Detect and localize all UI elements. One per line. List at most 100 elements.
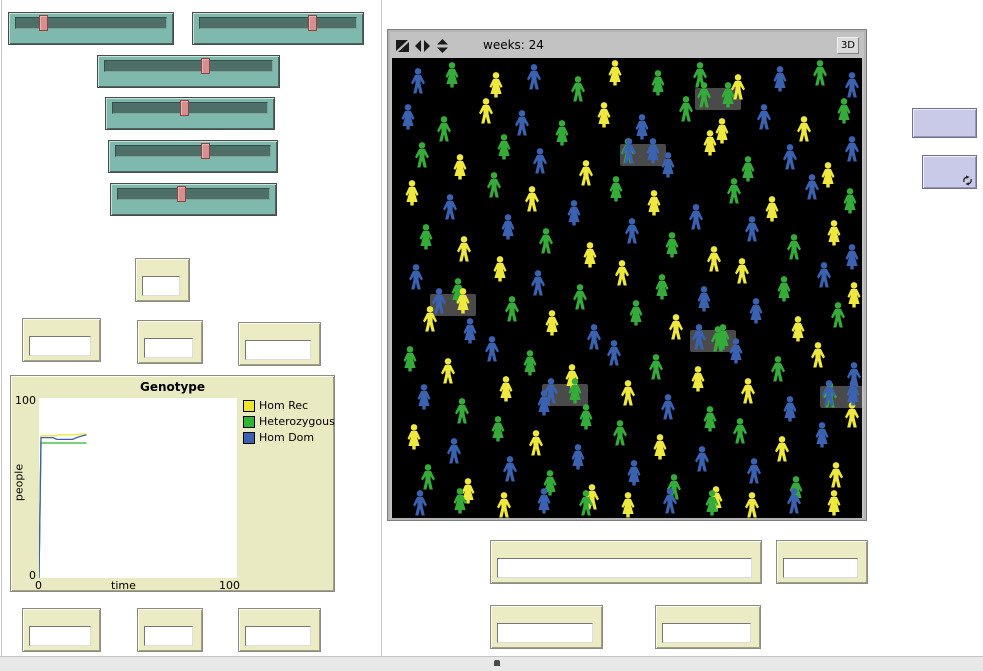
person-turtle	[505, 296, 519, 321]
person-turtle	[525, 186, 539, 211]
female-turtle	[556, 120, 569, 145]
legend-swatch	[243, 416, 255, 428]
person-turtle	[787, 234, 801, 259]
legend-item: Hom Dom	[243, 431, 335, 444]
female-turtle	[766, 196, 779, 221]
monitor-value	[144, 626, 193, 646]
slider-handle[interactable]	[180, 100, 189, 116]
female-turtle	[848, 282, 861, 307]
slider-avg-num-couples[interactable]	[108, 140, 278, 173]
person-turtle	[733, 418, 747, 443]
person-turtle	[615, 260, 629, 285]
female-turtle	[402, 104, 415, 129]
female-turtle	[742, 156, 755, 181]
legend-item: Hom Rec	[243, 399, 335, 412]
monitor-label	[491, 606, 602, 609]
slider-handle[interactable]	[201, 58, 210, 74]
go-button[interactable]	[922, 155, 977, 189]
female-turtle	[778, 276, 791, 301]
person-turtle	[661, 394, 675, 419]
female-turtle	[524, 350, 537, 375]
slider-track[interactable]	[15, 17, 167, 29]
person-turtle	[735, 258, 749, 283]
person-turtle	[443, 194, 457, 219]
person-turtle	[421, 464, 435, 489]
monitor-num-hom-dom	[238, 608, 321, 652]
female-turtle	[828, 490, 841, 515]
female-turtle	[822, 162, 835, 187]
person-turtle	[817, 262, 831, 287]
person-turtle	[455, 398, 469, 423]
female-turtle	[716, 118, 729, 143]
3d-button[interactable]: 3D	[837, 37, 859, 54]
forever-icon	[962, 175, 973, 186]
turtles-layer	[392, 58, 862, 518]
female-turtle	[406, 180, 419, 205]
vertical-stretch-icon[interactable]	[435, 38, 450, 52]
slider-mothers-age[interactable]	[110, 183, 277, 216]
horizontal-scrollbar[interactable]	[0, 656, 983, 671]
monitor-label	[136, 259, 189, 262]
female-turtle	[692, 366, 705, 391]
female-turtle	[838, 98, 851, 123]
person-turtle	[539, 228, 553, 253]
slider-avg-num-children[interactable]	[97, 55, 280, 88]
person-turtle	[745, 492, 759, 517]
monitor-count-turtles	[776, 540, 868, 584]
female-turtle	[490, 72, 503, 97]
scrollbar-mark	[494, 660, 500, 666]
person-turtle	[529, 430, 543, 455]
slider-track[interactable]	[117, 188, 270, 200]
slider-track[interactable]	[199, 17, 357, 29]
slider-handle[interactable]	[201, 143, 210, 159]
resize-icon[interactable]	[395, 38, 410, 52]
slider-numpeople[interactable]	[105, 97, 275, 130]
monitor-rec-allele-freq	[655, 605, 761, 649]
view-toolbar: weeks: 24 3D	[390, 32, 864, 58]
monitor-label	[239, 609, 320, 612]
person-turtle	[747, 458, 761, 483]
slider-track[interactable]	[104, 60, 273, 72]
female-turtle	[648, 190, 661, 215]
slider-mutation-rate[interactable]	[8, 12, 174, 45]
female-turtle	[494, 256, 507, 281]
female-turtle	[454, 154, 467, 179]
monitor-ticks	[135, 258, 190, 302]
female-turtle	[420, 224, 433, 249]
female-turtle	[654, 434, 667, 459]
slider-track[interactable]	[112, 102, 268, 114]
monitor-value	[783, 558, 858, 578]
person-turtle	[487, 172, 501, 197]
female-turtle	[784, 396, 797, 421]
female-turtle	[454, 488, 467, 513]
person-turtle	[845, 72, 859, 97]
monitor-label	[23, 319, 100, 322]
person-turtle	[829, 462, 843, 487]
person-turtle	[845, 136, 859, 161]
person-turtle	[409, 264, 423, 289]
female-turtle	[666, 232, 679, 257]
slider-track[interactable]	[115, 145, 271, 157]
monitor-value	[497, 623, 593, 643]
monitor-label	[138, 609, 202, 612]
world-canvas[interactable]	[392, 58, 862, 518]
slider-handle[interactable]	[177, 186, 186, 202]
female-turtle	[492, 416, 505, 441]
monitor-value	[144, 338, 193, 358]
monitor-value	[142, 276, 180, 296]
slider-handle[interactable]	[39, 15, 48, 31]
monitor-label	[491, 541, 761, 544]
slider-avg-couple-length[interactable]	[192, 12, 364, 45]
female-turtle	[622, 492, 635, 517]
x-axis-label: time	[111, 579, 136, 592]
female-turtle	[404, 346, 417, 371]
horizontal-stretch-icon[interactable]	[415, 38, 430, 52]
setup-button[interactable]	[912, 108, 977, 138]
genotype-plot: Genotype 100 0 people 0 time 100 Hom Rec…	[10, 375, 335, 592]
legend-swatch	[243, 400, 255, 412]
female-turtle	[630, 300, 643, 325]
monitor-pct-hetero	[137, 320, 203, 364]
slider-handle[interactable]	[308, 15, 317, 31]
monitor-value	[497, 558, 752, 578]
person-turtle	[447, 438, 461, 463]
